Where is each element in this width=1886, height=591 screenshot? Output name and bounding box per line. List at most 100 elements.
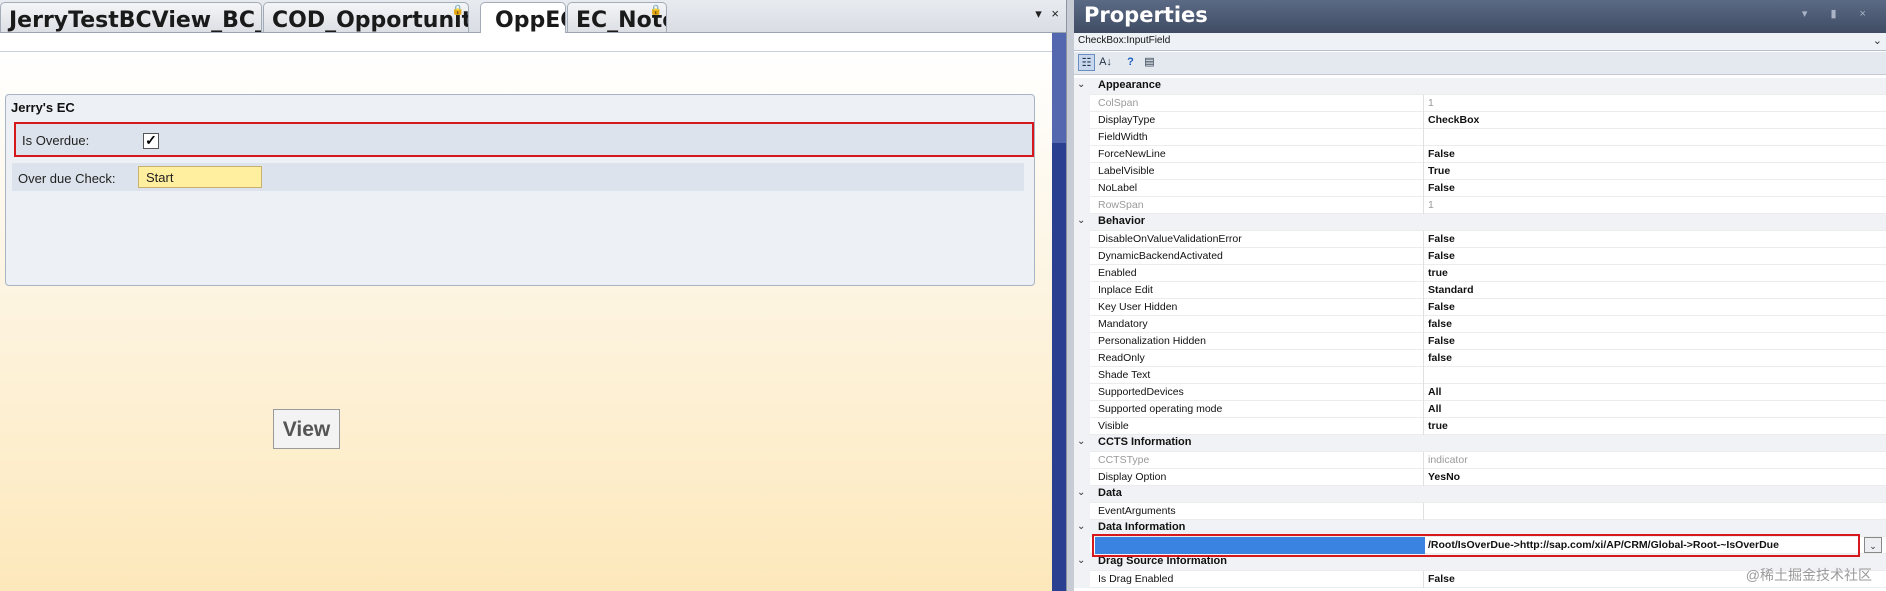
category-label: Data: [1098, 487, 1122, 499]
tab-jerrytestbcview[interactable]: JerryTestBCView_BC_VIEW: [0, 2, 262, 32]
property-row[interactable]: FieldWidth: [1074, 129, 1886, 146]
category-label: CCTS Information: [1098, 436, 1192, 448]
categorized-icon[interactable]: ☷: [1078, 54, 1095, 71]
property-value[interactable]: All: [1428, 386, 1441, 398]
property-row[interactable]: RowSpan 1: [1074, 197, 1886, 214]
collapse-chevron-icon[interactable]: ⌄: [1077, 521, 1085, 532]
property-row[interactable]: Mandatory false: [1074, 316, 1886, 333]
collapse-chevron-icon[interactable]: ⌄: [1077, 215, 1085, 226]
scrollbar-thumb[interactable]: [1052, 33, 1066, 143]
property-row[interactable]: Supported operating mode All: [1074, 401, 1886, 418]
property-value[interactable]: False: [1428, 301, 1455, 313]
value-dropdown-button[interactable]: ⌄: [1864, 537, 1882, 553]
view-button[interactable]: View: [273, 409, 340, 449]
tab-oppec[interactable]: OppEC: [480, 2, 566, 33]
property-value[interactable]: 1: [1428, 97, 1434, 109]
row-gutter: [1074, 146, 1090, 163]
tab-label: COD_Opportunity_TI: [272, 8, 468, 32]
row-gutter: [1074, 282, 1090, 299]
property-row[interactable]: DynamicBackendActivated False: [1074, 248, 1886, 265]
row-gutter: [1074, 248, 1090, 265]
property-row[interactable]: ForceNewLine False: [1074, 146, 1886, 163]
column-separator: [1423, 112, 1424, 129]
property-category[interactable]: ⌄ Data: [1074, 486, 1886, 503]
property-row[interactable]: Personalization Hidden False: [1074, 333, 1886, 350]
property-value[interactable]: CheckBox: [1428, 114, 1479, 126]
property-value[interactable]: False: [1428, 573, 1455, 585]
row-gutter: [1074, 333, 1090, 350]
document-tab-bar: JerryTestBCView_BC_VIEW COD_Opportunity_…: [0, 0, 1066, 33]
property-category[interactable]: ⌄ Appearance: [1074, 78, 1886, 95]
alphabetical-sort-icon[interactable]: A↓: [1097, 54, 1114, 71]
field-row-is-overdue[interactable]: Is Overdue: ✓: [14, 122, 1034, 157]
column-separator: [1423, 452, 1424, 469]
property-row[interactable]: DisplayType CheckBox: [1074, 112, 1886, 129]
property-row[interactable]: Key User Hidden False: [1074, 299, 1886, 316]
property-pages-icon[interactable]: ▤: [1141, 54, 1158, 71]
property-row[interactable]: ColSpan 1: [1074, 95, 1886, 112]
tab-window-controls[interactable]: ▾ ×: [1035, 6, 1062, 22]
property-row[interactable]: Shade Text: [1074, 367, 1886, 384]
property-row[interactable]: Inplace Edit Standard: [1074, 282, 1886, 299]
property-name: SupportedDevices: [1098, 386, 1184, 398]
object-selector-dropdown[interactable]: CheckBox:InputField ⌄: [1074, 33, 1886, 51]
section-group-panel[interactable]: Jerry's EC Is Overdue: ✓ Over due Check:…: [5, 94, 1035, 286]
property-value[interactable]: indicator: [1428, 454, 1468, 466]
column-separator: [1423, 384, 1424, 401]
property-row[interactable]: ReadOnly false: [1074, 350, 1886, 367]
tab-ec-note[interactable]: EC_Note 🔒: [567, 2, 667, 32]
property-value[interactable]: false: [1428, 352, 1452, 364]
property-value[interactable]: False: [1428, 335, 1455, 347]
start-button[interactable]: Start: [138, 166, 262, 188]
collapse-chevron-icon[interactable]: ⌄: [1077, 487, 1085, 498]
property-value[interactable]: true: [1428, 420, 1448, 432]
property-name: Key User Hidden: [1098, 301, 1178, 313]
property-name: ColSpan: [1098, 97, 1139, 109]
pane-window-controls[interactable]: ▾ ▮ ×: [1802, 7, 1876, 20]
property-value[interactable]: 1: [1428, 199, 1434, 211]
is-overdue-checkbox[interactable]: ✓: [143, 133, 159, 149]
property-name: Inplace Edit: [1098, 284, 1153, 296]
property-value[interactable]: false: [1428, 318, 1452, 330]
property-row[interactable]: Display Option YesNo: [1074, 469, 1886, 486]
property-row[interactable]: DisableOnValueValidationError False: [1074, 231, 1886, 248]
chevron-down-icon[interactable]: ⌄: [1873, 34, 1882, 47]
property-row[interactable]: Enabled true: [1074, 265, 1886, 282]
property-value[interactable]: False: [1428, 148, 1455, 160]
designer-ruler-strip: [0, 33, 1066, 52]
property-value[interactable]: Standard: [1428, 284, 1474, 296]
property-row[interactable]: SupportedDevices All: [1074, 384, 1886, 401]
property-value[interactable]: YesNo: [1428, 471, 1460, 483]
property-row[interactable]: NoLabel False: [1074, 180, 1886, 197]
property-row[interactable]: LabelVisible True: [1074, 163, 1886, 180]
lock-icon: 🔒: [649, 5, 662, 16]
column-separator: [1423, 401, 1424, 418]
property-name: EventArguments: [1098, 505, 1176, 517]
collapse-chevron-icon[interactable]: ⌄: [1077, 436, 1085, 447]
row-gutter: [1074, 503, 1090, 520]
collapse-chevron-icon[interactable]: ⌄: [1077, 79, 1085, 90]
property-row[interactable]: Visible true: [1074, 418, 1886, 435]
property-value[interactable]: False: [1428, 182, 1455, 194]
row-gutter: [1074, 197, 1090, 214]
property-value[interactable]: False: [1428, 250, 1455, 262]
field-row-over-due-check[interactable]: Over due Check: Start: [12, 163, 1024, 191]
property-row[interactable]: EventArguments: [1074, 503, 1886, 520]
panel-title: Jerry's EC: [11, 100, 75, 115]
property-name: RowSpan: [1098, 199, 1144, 211]
property-category[interactable]: ⌄ CCTS Information: [1074, 435, 1886, 452]
property-value[interactable]: True: [1428, 165, 1450, 177]
row-gutter: [1074, 418, 1090, 435]
category-label: Appearance: [1098, 79, 1161, 91]
collapse-chevron-icon[interactable]: ⌄: [1077, 555, 1085, 566]
tab-cod-opportunity[interactable]: COD_Opportunity_TI 🔒: [263, 2, 469, 32]
property-value[interactable]: False: [1428, 233, 1455, 245]
row-gutter: [1074, 537, 1090, 554]
property-category[interactable]: ⌄ Behavior: [1074, 214, 1886, 231]
property-value[interactable]: true: [1428, 267, 1448, 279]
property-value[interactable]: All: [1428, 403, 1441, 415]
property-name: Supported operating mode: [1098, 403, 1223, 415]
help-icon[interactable]: ?: [1122, 54, 1139, 71]
pane-splitter[interactable]: [1066, 0, 1074, 591]
property-row[interactable]: CCTSType indicator: [1074, 452, 1886, 469]
